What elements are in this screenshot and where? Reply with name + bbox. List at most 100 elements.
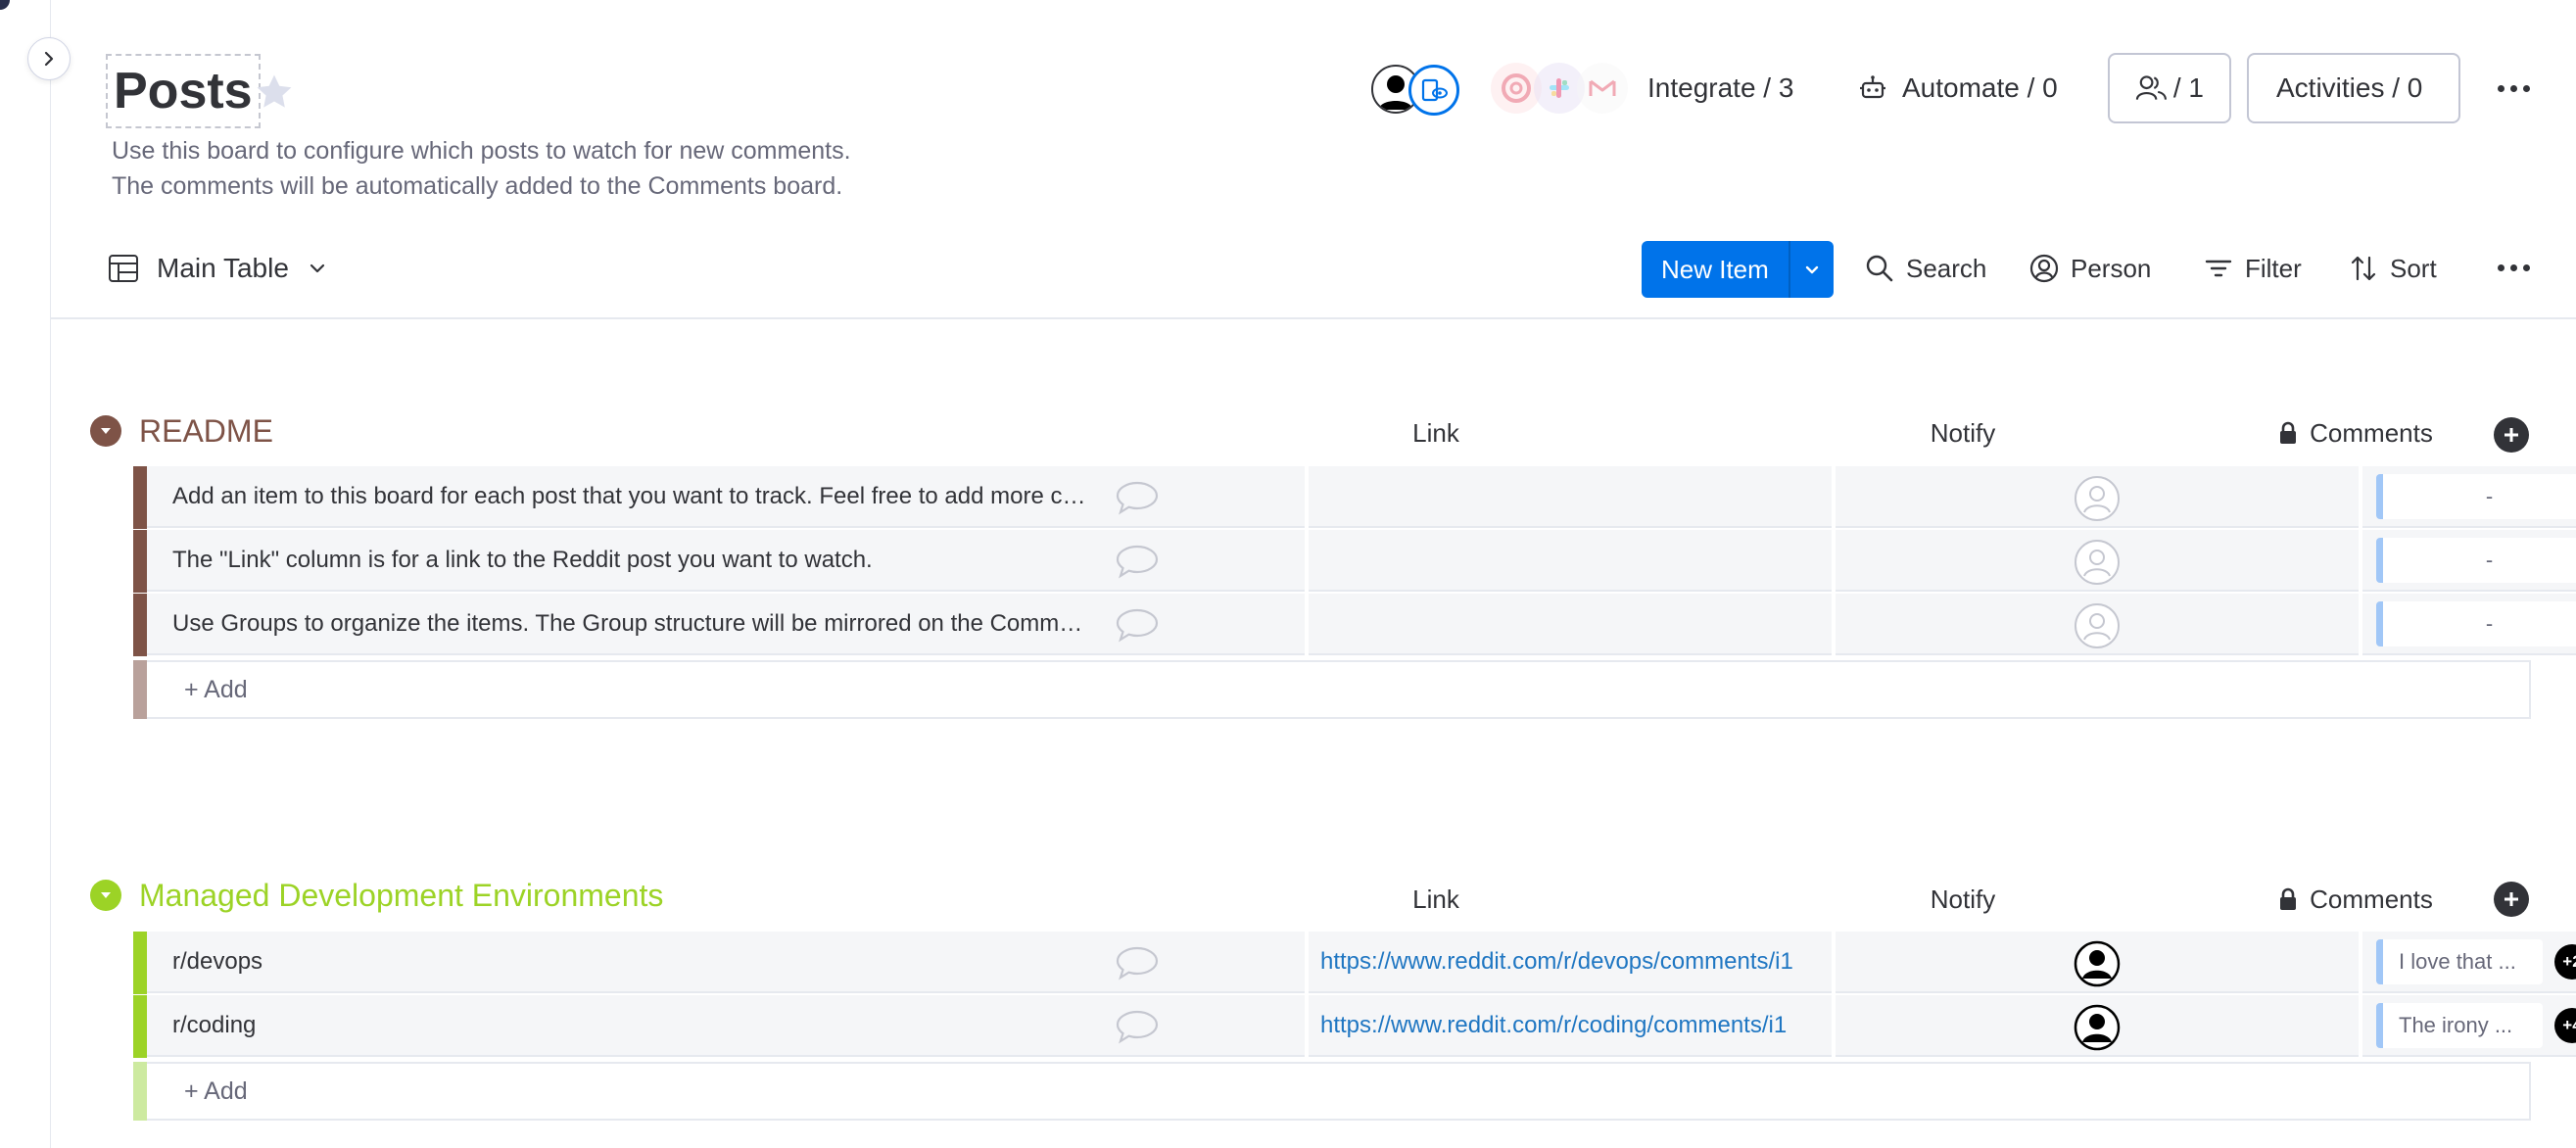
board-subscribers[interactable] bbox=[1371, 61, 1461, 118]
link-cell[interactable] bbox=[1309, 530, 1832, 592]
updates-bubble-icon[interactable] bbox=[1115, 544, 1160, 579]
comments-cell[interactable]: - bbox=[2362, 466, 2576, 528]
empty-person-icon[interactable] bbox=[2074, 539, 2121, 586]
updates-bubble-icon[interactable] bbox=[1115, 480, 1160, 515]
item-name[interactable]: r/coding bbox=[172, 995, 1093, 1056]
comments-cell[interactable]: I love that ... +2 bbox=[2362, 932, 2576, 993]
toolbar-more-menu[interactable] bbox=[2498, 264, 2530, 271]
activities-label: Activities / 0 bbox=[2276, 72, 2423, 103]
notify-cell[interactable] bbox=[1836, 995, 2359, 1057]
filter-button[interactable]: Filter bbox=[2204, 247, 2302, 290]
comments-cell[interactable]: - bbox=[2362, 530, 2576, 592]
chevron-down-icon[interactable] bbox=[307, 258, 328, 279]
notify-cell[interactable] bbox=[1836, 466, 2359, 528]
group-collapse-toggle[interactable] bbox=[90, 880, 121, 911]
user-avatar-icon[interactable] bbox=[2074, 1004, 2121, 1051]
group-color-stripe bbox=[133, 530, 147, 593]
add-item-row[interactable]: + Add bbox=[133, 1062, 2531, 1121]
updates-bubble-icon[interactable] bbox=[1115, 607, 1160, 643]
board-description[interactable]: Use this board to configure which posts … bbox=[112, 133, 851, 204]
column-header-label: Comments bbox=[2310, 417, 2433, 448]
person-filter-button[interactable]: Person bbox=[2029, 247, 2151, 290]
item-name[interactable]: Use Groups to organize the items. The Gr… bbox=[172, 594, 1093, 654]
sort-button[interactable]: Sort bbox=[2349, 247, 2437, 290]
person-label: Person bbox=[2071, 253, 2152, 283]
group-color-stripe bbox=[133, 466, 147, 529]
column-header-notify[interactable]: Notify bbox=[1836, 878, 2090, 921]
automate-button[interactable]: Automate / 0 bbox=[1857, 53, 2058, 123]
group-title[interactable]: Managed Development Environments bbox=[139, 878, 663, 914]
link-value[interactable] bbox=[1320, 530, 1820, 591]
column-header-label: Notify bbox=[1930, 417, 1996, 448]
notify-cell[interactable] bbox=[1836, 530, 2359, 592]
link-cell[interactable]: https://www.reddit.com/r/devops/comments… bbox=[1309, 932, 1832, 993]
item-name-cell[interactable]: r/coding bbox=[147, 995, 1305, 1057]
comment-count-badge[interactable]: +2 bbox=[2554, 944, 2576, 980]
comment-value: The irony ... bbox=[2376, 1003, 2543, 1048]
new-item-button[interactable]: New Item bbox=[1642, 241, 1789, 298]
group-collapse-toggle[interactable] bbox=[90, 415, 121, 447]
link-value[interactable] bbox=[1320, 594, 1820, 654]
chevron-right-icon bbox=[44, 51, 54, 67]
comments-cell[interactable]: - bbox=[2362, 594, 2576, 655]
column-header-link[interactable]: Link bbox=[1309, 878, 1563, 921]
updates-bubble-icon[interactable] bbox=[1115, 945, 1160, 981]
updates-bubble-icon[interactable] bbox=[1115, 1009, 1160, 1044]
link-value[interactable]: https://www.reddit.com/r/devops/comments… bbox=[1320, 932, 1820, 992]
dot-icon bbox=[2498, 264, 2504, 271]
link-cell[interactable] bbox=[1309, 594, 1832, 655]
add-column-button[interactable] bbox=[2494, 882, 2529, 917]
star-icon[interactable] bbox=[253, 71, 296, 114]
notify-cell[interactable] bbox=[1836, 594, 2359, 655]
item-name-cell[interactable]: Use Groups to organize the items. The Gr… bbox=[147, 594, 1305, 655]
link-value[interactable]: https://www.reddit.com/r/coding/comments… bbox=[1320, 995, 1820, 1056]
integration-logos[interactable] bbox=[1491, 57, 1638, 120]
column-header-comments[interactable]: Comments bbox=[2253, 878, 2458, 921]
column-header-comments[interactable]: Comments bbox=[2253, 411, 2458, 454]
item-name-cell[interactable]: The "Link" column is for a link to the R… bbox=[147, 530, 1305, 592]
link-value[interactable] bbox=[1320, 466, 1820, 527]
notify-cell[interactable] bbox=[1836, 932, 2359, 993]
add-item-label[interactable]: + Add bbox=[184, 662, 248, 717]
new-item-dropdown-button[interactable] bbox=[1788, 241, 1834, 298]
comments-cell[interactable]: The irony ... +4 bbox=[2362, 995, 2576, 1057]
column-header-label: Notify bbox=[1930, 884, 1996, 914]
expand-sidebar-button[interactable] bbox=[27, 37, 71, 80]
column-header-link[interactable]: Link bbox=[1309, 411, 1563, 454]
group-header-managed-development-environments[interactable]: Managed Development Environments bbox=[90, 874, 663, 917]
robot-icon bbox=[1860, 75, 1885, 99]
table-row[interactable]: The "Link" column is for a link to the R… bbox=[133, 530, 2576, 593]
link-cell[interactable] bbox=[1309, 466, 1832, 528]
item-name-cell[interactable]: Add an item to this board for each post … bbox=[147, 466, 1305, 528]
empty-person-icon[interactable] bbox=[2074, 602, 2121, 649]
group-header-readme[interactable]: README bbox=[90, 409, 273, 453]
user-avatar-icon[interactable] bbox=[2074, 940, 2121, 987]
group-title[interactable]: README bbox=[139, 413, 273, 450]
link-cell[interactable]: https://www.reddit.com/r/coding/comments… bbox=[1309, 995, 1832, 1057]
search-icon bbox=[1866, 255, 1893, 282]
board-members-button[interactable]: / 1 bbox=[2108, 53, 2231, 123]
item-name[interactable]: Add an item to this board for each post … bbox=[172, 466, 1093, 527]
table-icon bbox=[109, 255, 138, 282]
empty-person-icon[interactable] bbox=[2074, 475, 2121, 522]
item-name[interactable]: r/devops bbox=[172, 932, 1093, 992]
table-row[interactable]: Add an item to this board for each post … bbox=[133, 466, 2576, 529]
item-name[interactable]: The "Link" column is for a link to the R… bbox=[172, 530, 1093, 591]
comment-count-badge[interactable]: +4 bbox=[2554, 1008, 2576, 1043]
column-header-notify[interactable]: Notify bbox=[1836, 411, 2090, 454]
integrate-button[interactable]: Integrate / 3 bbox=[1647, 53, 1793, 123]
add-item-label[interactable]: + Add bbox=[184, 1064, 248, 1119]
table-row[interactable]: Use Groups to organize the items. The Gr… bbox=[133, 594, 2576, 656]
activities-button[interactable]: Activities / 0 bbox=[2247, 53, 2460, 123]
table-row[interactable]: r/coding https://www.reddit.com/r/coding… bbox=[133, 995, 2576, 1058]
view-tab-main-table[interactable]: Main Table bbox=[108, 247, 328, 290]
board-more-menu[interactable] bbox=[2498, 85, 2530, 92]
add-item-row[interactable]: + Add bbox=[133, 660, 2531, 719]
table-row[interactable]: r/devops https://www.reddit.com/r/devops… bbox=[133, 932, 2576, 994]
item-name-cell[interactable]: r/devops bbox=[147, 932, 1305, 993]
board-title[interactable]: Posts bbox=[106, 54, 261, 128]
search-button[interactable]: Search bbox=[1865, 247, 1986, 290]
caret-down-icon bbox=[101, 428, 111, 434]
sort-label: Sort bbox=[2390, 253, 2437, 283]
add-column-button[interactable] bbox=[2494, 417, 2529, 453]
